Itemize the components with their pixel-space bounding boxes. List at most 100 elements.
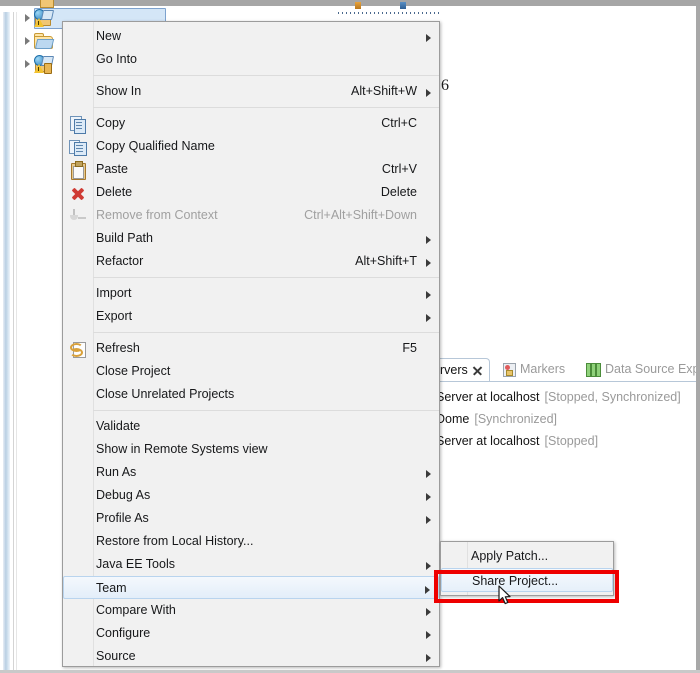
tab-servers-label: ervers	[436, 363, 468, 377]
menu-separator	[93, 75, 439, 76]
server-row[interactable]: Server at localhost [Stopped]	[436, 430, 700, 452]
menu-item-label: Remove from Context	[96, 208, 218, 222]
menu-item-shortcut: Ctrl+V	[381, 162, 417, 176]
submenu-arrow-icon	[426, 291, 431, 299]
menu-item-java-ee-tools[interactable]: Java EE Tools	[63, 553, 439, 576]
menu-item-import[interactable]: Import	[63, 282, 439, 305]
menu-item-show-in-remote-systems-view[interactable]: Show in Remote Systems view	[63, 438, 439, 461]
menu-item-build-path[interactable]: Build Path	[63, 227, 439, 250]
menu-item-label: Restore from Local History...	[96, 534, 254, 548]
menu-item-shortcut: Ctrl+Alt+Shift+Down	[304, 208, 417, 222]
explorer-scrollbar[interactable]	[3, 12, 10, 672]
server-state: [Stopped, Synchronized]	[544, 390, 681, 404]
screenshot-root: 6 ervers Markers Data Source Exp Server …	[0, 0, 700, 673]
menu-item-show-in[interactable]: Show In Alt+Shift+W	[63, 80, 439, 103]
menu-item-close-unrelated-projects[interactable]: Close Unrelated Projects	[63, 383, 439, 406]
menu-item-label: Copy	[96, 116, 126, 130]
window-right-edge	[696, 6, 700, 673]
menu-item-debug-as[interactable]: Debug As	[63, 484, 439, 507]
web-project-icon	[34, 9, 55, 27]
annotation-highlight-box	[434, 570, 619, 603]
submenu-item-apply-patch[interactable]: Apply Patch...	[441, 544, 613, 568]
menu-item-compare-with[interactable]: Compare With	[63, 599, 439, 622]
menu-item-label: Profile As	[96, 511, 149, 525]
tree-item-web-project-locked[interactable]	[20, 54, 55, 74]
menu-item-label: Go Into	[96, 52, 137, 66]
submenu-arrow-icon	[426, 608, 431, 616]
server-state: [Synchronized]	[474, 412, 558, 426]
tree-item-web-project[interactable]	[20, 8, 55, 28]
menu-item-label: Show In	[96, 84, 142, 98]
server-row[interactable]: Dome [Synchronized]	[436, 408, 700, 430]
submenu-arrow-icon	[426, 236, 431, 244]
expand-twisty-icon[interactable]	[20, 8, 34, 28]
menu-separator	[93, 410, 439, 411]
tab-data-source-explorer[interactable]: Data Source Exp	[586, 358, 700, 380]
menu-item-shortcut: F5	[402, 341, 417, 355]
menu-item-profile-as[interactable]: Profile As	[63, 507, 439, 530]
menu-item-shortcut: Delete	[380, 185, 417, 199]
submenu-arrow-icon	[426, 631, 431, 639]
menu-item-shortcut: Alt+Shift+T	[355, 254, 417, 268]
menu-item-export[interactable]: Export	[63, 305, 439, 328]
menu-separator	[93, 277, 439, 278]
submenu-arrow-icon	[426, 654, 431, 662]
focus-dotted-line	[338, 12, 440, 14]
submenu-item-label: Apply Patch...	[471, 549, 549, 563]
tab-markers[interactable]: Markers	[502, 358, 565, 380]
tree-item-folder[interactable]	[20, 31, 55, 51]
marker-icon	[502, 362, 516, 377]
menu-item-refresh[interactable]: Refresh F5	[63, 337, 439, 360]
menu-item-source[interactable]: Source	[63, 645, 439, 668]
menu-item-go-into[interactable]: Go Into	[63, 48, 439, 71]
menu-item-label: Paste	[96, 162, 128, 176]
menu-item-label: Java EE Tools	[96, 557, 175, 571]
menu-item-remove-from-context[interactable]: Remove from Context Ctrl+Alt+Shift+Down	[63, 204, 439, 227]
data-source-icon	[586, 362, 601, 377]
menu-item-label: Close Project	[96, 364, 171, 378]
servers-list: Server at localhost [Stopped, Synchroniz…	[436, 386, 700, 452]
menu-item-label: Export	[96, 309, 133, 323]
submenu-arrow-icon	[426, 259, 431, 267]
tab-servers[interactable]: ervers	[436, 358, 490, 381]
refresh-icon	[69, 340, 87, 358]
submenu-arrow-icon	[426, 34, 431, 42]
menu-item-delete[interactable]: Delete Delete	[63, 181, 439, 204]
project-context-menu[interactable]: New Go Into Show In Alt+Shift+W Copy Ctrl+C Co…	[62, 21, 440, 673]
panel-divider	[13, 12, 14, 672]
copy-icon	[69, 115, 87, 134]
menu-item-copy-qualified-name[interactable]: Copy Qualified Name	[63, 135, 439, 158]
menu-item-configure[interactable]: Configure	[63, 622, 439, 645]
menu-item-paste[interactable]: Paste Ctrl+V	[63, 158, 439, 181]
menu-item-team[interactable]: Team	[63, 576, 439, 599]
menu-item-close-project[interactable]: Close Project	[63, 360, 439, 383]
submenu-arrow-icon	[425, 586, 430, 594]
submenu-arrow-icon	[426, 314, 431, 322]
server-row[interactable]: Server at localhost [Stopped, Synchroniz…	[436, 386, 700, 408]
menu-item-label: Source	[96, 649, 136, 663]
close-icon[interactable]	[472, 365, 483, 376]
delete-icon	[69, 184, 87, 202]
menu-item-restore-from-local-history[interactable]: Restore from Local History...	[63, 530, 439, 553]
remove-from-context-icon	[69, 207, 87, 225]
menu-item-label: Run As	[96, 465, 137, 479]
menu-item-validate[interactable]: Validate	[63, 415, 439, 438]
menu-item-run-as[interactable]: Run As	[63, 461, 439, 484]
menu-item-shortcut: Ctrl+C	[381, 116, 417, 130]
tree-item-clipped-icon	[40, 0, 54, 8]
submenu-arrow-icon	[426, 493, 431, 501]
menu-item-new[interactable]: New	[63, 25, 439, 48]
tabstrip-underline	[436, 381, 700, 382]
menu-item-copy[interactable]: Copy Ctrl+C	[63, 112, 439, 135]
menu-item-list: New Go Into Show In Alt+Shift+W Copy Ctrl+C Co…	[63, 22, 439, 673]
server-name: Server at localhost	[436, 434, 540, 448]
menu-separator	[93, 332, 439, 333]
menu-item-label: Validate	[96, 419, 141, 433]
panel-divider-secondary	[16, 12, 17, 672]
expand-twisty-icon[interactable]	[20, 54, 34, 74]
expand-twisty-icon[interactable]	[20, 31, 34, 51]
menu-item-label: Team	[96, 581, 127, 595]
menu-item-refactor[interactable]: Refactor Alt+Shift+T	[63, 250, 439, 273]
menu-item-label: Close Unrelated Projects	[96, 387, 235, 401]
menu-item-label: Refactor	[96, 254, 144, 268]
